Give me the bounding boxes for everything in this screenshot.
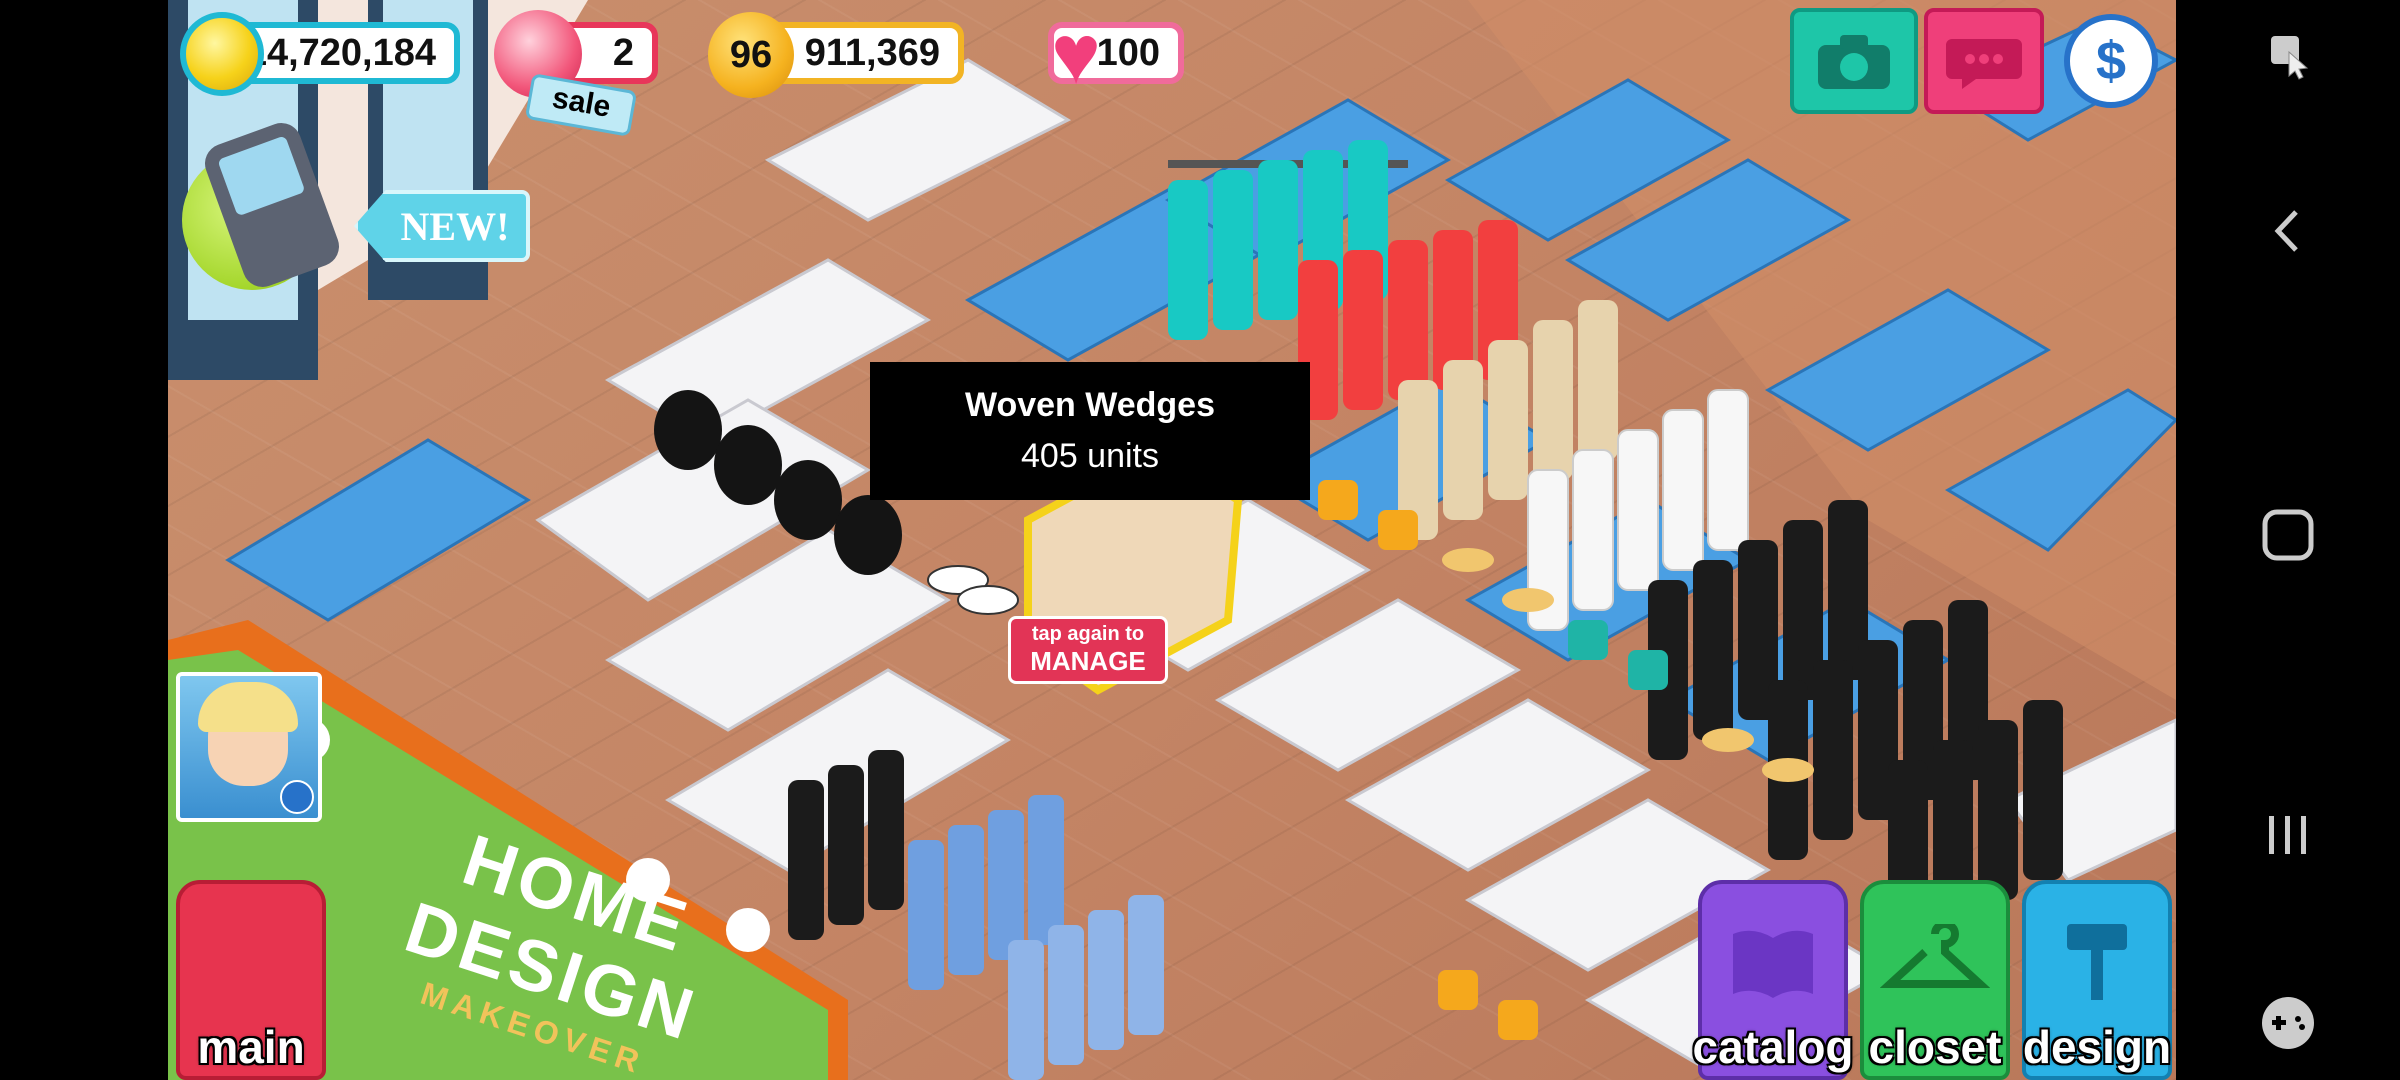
new-badge-label: NEW! <box>400 203 510 249</box>
back-button[interactable] <box>2176 196 2400 266</box>
avatar[interactable] <box>176 672 322 822</box>
manage-hint-line2: MANAGE <box>1030 646 1146 676</box>
recents-button[interactable] <box>2176 800 2400 870</box>
heart-icon: ♥ <box>1051 7 1101 101</box>
gamepad-icon <box>2262 997 2314 1049</box>
design-button[interactable]: design <box>2022 880 2172 1080</box>
catalog-button-label: catalog <box>1692 1021 1854 1073</box>
game-tools-button[interactable] <box>2176 988 2400 1058</box>
camera-icon <box>1818 35 1890 89</box>
game-viewport[interactable]: HOME DESIGN MAKEOVER Woven Wedges 405 un… <box>168 0 2176 1080</box>
back-chevron-icon <box>2274 210 2298 252</box>
xp-value: 911,369 <box>804 31 940 74</box>
tooltip-title: Woven Wedges <box>964 386 1216 424</box>
screenshot-pointer-icon <box>2271 36 2309 80</box>
manage-hint-line1: tap again to <box>1031 623 1145 645</box>
coin-icon <box>180 12 264 96</box>
hammer-icon <box>2067 924 2127 1000</box>
level-star-icon: 96 <box>708 12 794 98</box>
gems-value: 2 <box>612 31 634 74</box>
home-square-icon <box>2262 509 2314 561</box>
new-badge[interactable]: NEW! <box>354 190 530 262</box>
phone-button[interactable] <box>182 117 345 293</box>
closet-button[interactable]: closet <box>1860 880 2010 1080</box>
closet-button-label: closet <box>1868 1021 2002 1073</box>
main-button-label: main <box>197 1021 305 1073</box>
screenshot-tool-button[interactable] <box>2176 20 2400 90</box>
system-nav-bar <box>2176 0 2400 1080</box>
camera-button[interactable] <box>1790 8 1918 114</box>
manage-hint-button[interactable]: tap again to MANAGE <box>1008 616 1168 684</box>
coins-value: 14,720,184 <box>245 31 436 74</box>
level-value: 96 <box>729 33 773 76</box>
avatar-badge-icon <box>280 780 314 814</box>
recents-lines-icon <box>2269 816 2306 854</box>
main-button[interactable]: main <box>176 880 326 1080</box>
catalog-button[interactable]: catalog <box>1692 880 1854 1080</box>
design-button-label: design <box>2022 1021 2172 1073</box>
tooltip-subtitle: 405 units <box>1021 437 1159 475</box>
hanger-icon <box>1880 924 1990 988</box>
home-button[interactable] <box>2176 500 2400 570</box>
chat-button[interactable] <box>1924 8 2044 114</box>
stardoll-logo-icon: $ <box>2095 31 2127 91</box>
item-tooltip: Woven Wedges 405 units <box>870 362 1310 500</box>
stardoll-currency-button[interactable]: $ <box>2064 14 2158 108</box>
book-icon <box>1733 930 1813 998</box>
chat-bubble-icon <box>1946 39 2022 89</box>
